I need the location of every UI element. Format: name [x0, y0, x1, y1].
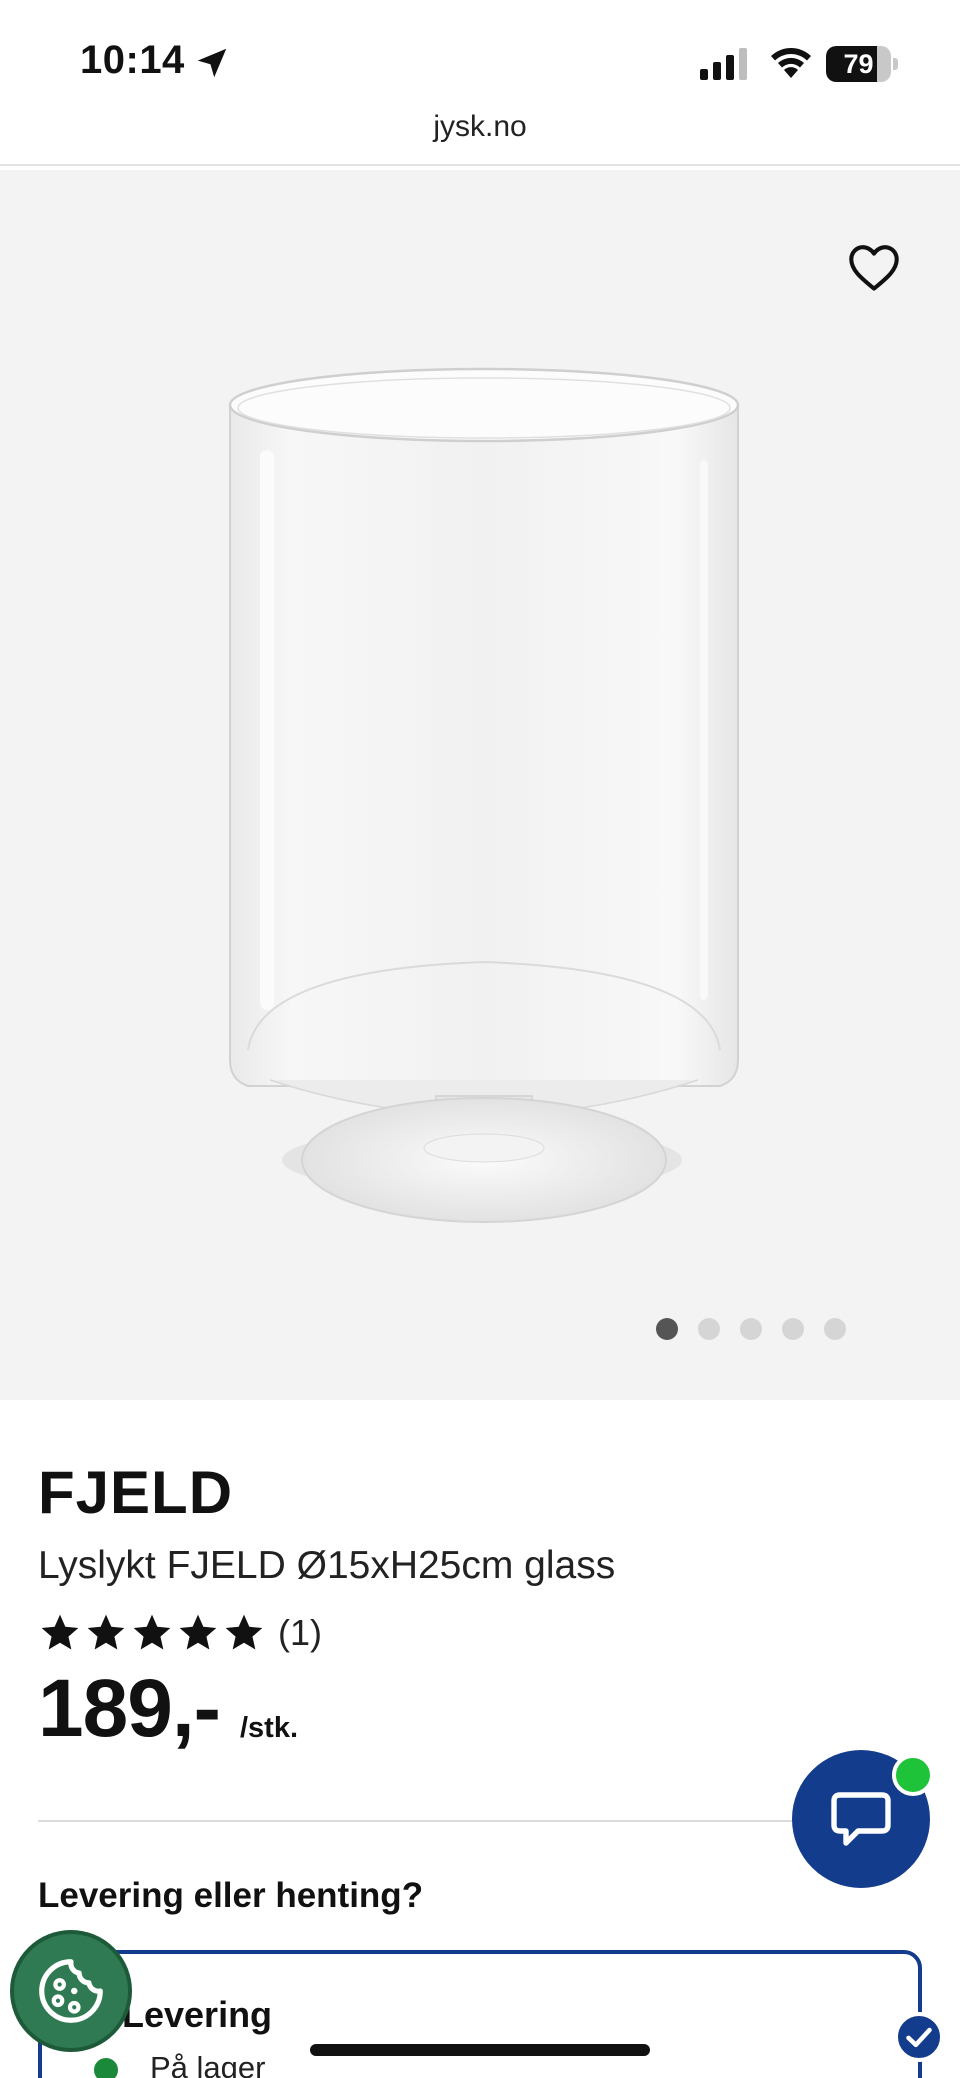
checkmark-icon	[906, 2027, 932, 2048]
home-indicator	[310, 2044, 650, 2056]
product-rating[interactable]: (1)	[38, 1608, 322, 1658]
selected-check-badge	[894, 2012, 944, 2062]
delivery-option-card[interactable]: Levering På lager	[38, 1950, 922, 2078]
battery-indicator: 79	[826, 46, 898, 82]
chat-bubble-icon	[831, 1792, 891, 1846]
cellular-signal-icon	[700, 48, 747, 80]
stock-status-dot	[94, 2058, 118, 2078]
cookie-settings-button[interactable]	[10, 1930, 132, 2052]
gallery-dot[interactable]	[656, 1318, 678, 1340]
star-icon	[41, 1614, 79, 1650]
gallery-dot[interactable]	[698, 1318, 720, 1340]
status-bar: 10:14 79	[0, 0, 960, 120]
status-time: 10:14	[80, 38, 185, 82]
address-bar[interactable]: jysk.no	[0, 110, 960, 168]
heart-outline-icon[interactable]	[846, 242, 902, 292]
star-icon	[133, 1614, 171, 1650]
product-brand: FJELD	[38, 1459, 234, 1526]
product-price: 189,-	[38, 1663, 221, 1754]
cookie-icon	[39, 1959, 103, 2023]
star-icon	[179, 1614, 217, 1650]
battery-level: 79	[843, 49, 874, 79]
delivery-option-title: Levering	[122, 1994, 273, 2035]
wifi-icon	[771, 48, 811, 78]
stock-status-label: På lager	[150, 2050, 266, 2078]
gallery-pagination[interactable]	[656, 1318, 846, 1340]
location-arrow-icon	[197, 48, 227, 78]
delivery-heading: Levering eller henting?	[38, 1876, 424, 1915]
address-bar-divider	[0, 164, 960, 166]
rating-count[interactable]: (1)	[278, 1612, 322, 1654]
section-divider	[38, 1820, 922, 1822]
product-image-glass-lantern	[228, 367, 740, 1223]
gallery-dot[interactable]	[782, 1318, 804, 1340]
star-icon	[225, 1614, 263, 1650]
product-title: Lyslykt FJELD Ø15xH25cm glass	[38, 1544, 616, 1587]
gallery-dot[interactable]	[740, 1318, 762, 1340]
price-unit: /stk.	[240, 1712, 299, 1744]
star-icon	[87, 1614, 125, 1650]
chat-online-indicator	[892, 1754, 934, 1796]
gallery-dot[interactable]	[824, 1318, 846, 1340]
product-gallery[interactable]	[0, 170, 960, 1400]
